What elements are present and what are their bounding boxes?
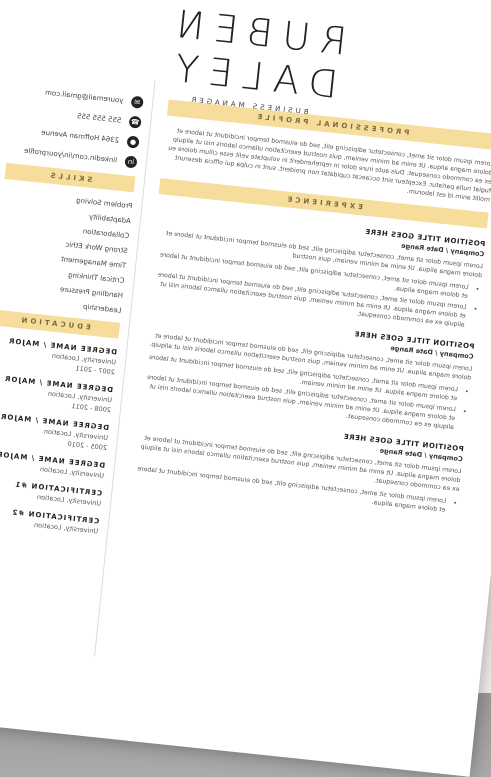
- main-column: PROFESSIONAL PROFILE Lorem ipsum dolor s…: [128, 92, 491, 518]
- skills-heading: SKILLS: [4, 162, 136, 193]
- education-entry: CERTIFICATION #2 University, Location: [0, 504, 99, 535]
- job-entry: POSITION TITLE GOES HERE Company / Date R…: [148, 206, 485, 331]
- sidebar: ✉ youremail@gmail.com ☎ 555 555 555 ● 23…: [0, 75, 145, 536]
- education-list: DEGREE NAME / MAJOR University, Location 2…: [0, 335, 118, 535]
- resume-page: RUBEN DALEY BUSINESS MANAGER ✉ youremail…: [0, 0, 491, 777]
- education-entry: CERTIFICATION #1 University, Location: [0, 476, 103, 508]
- education-entry: DEGREE NAME / MAJOR University, Location 2…: [0, 411, 109, 452]
- linkedin-icon: in: [124, 155, 138, 169]
- education-entry: DEGREE NAME / MAJOR University, Location 2…: [0, 335, 118, 376]
- education-heading: EDUCATION: [0, 309, 121, 339]
- job-entry: POSITION TITLE GOES HERE Company / Date R…: [137, 308, 475, 433]
- location-pin-icon: ●: [126, 135, 140, 149]
- education-entry: DEGREE NAME / MAJOR University, Location: [0, 448, 105, 479]
- email-icon: ✉: [130, 95, 144, 109]
- experience-list: POSITION TITLE GOES HERE Company / Date R…: [129, 206, 486, 516]
- email-text: youremail@gmail.com: [44, 88, 124, 105]
- skills-list: Problem Solving Adaptability Collaboration…: [0, 189, 133, 314]
- address-text: 2364 Hoffman Avenue: [40, 128, 120, 145]
- linkedin-text: linkedin.com/in/yourprofile: [23, 146, 118, 165]
- phone-icon: ☎: [128, 115, 142, 129]
- phone-text: 555 555 555: [76, 112, 122, 125]
- education-entry: DEGREE NAME / MAJOR University, Location 2…: [0, 373, 114, 414]
